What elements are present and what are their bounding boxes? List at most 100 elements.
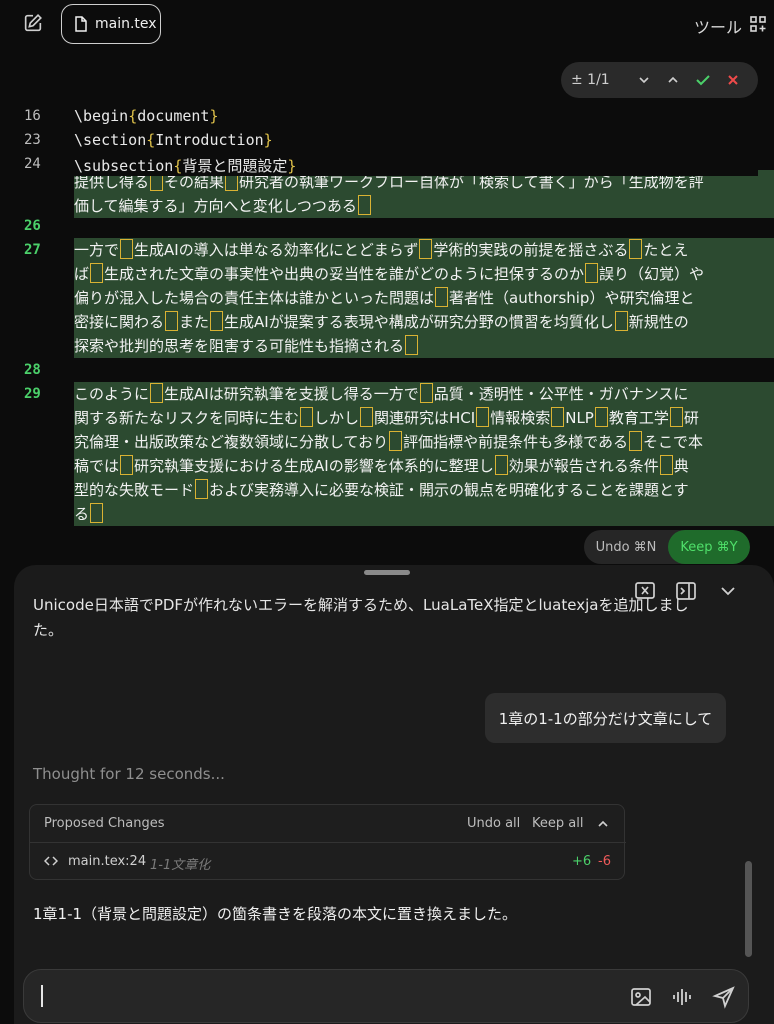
diff-text: 研 xyxy=(683,409,699,427)
search-match-marker xyxy=(551,407,565,427)
grid-icon[interactable] xyxy=(750,16,766,32)
diff-text: 生成AIが提案する表現や構成が研究分野の慣習を均質化し xyxy=(224,313,614,331)
file-tab-main-tex[interactable]: main.tex xyxy=(61,4,161,44)
keep-all-button[interactable]: Keep all xyxy=(532,816,583,831)
search-match-marker xyxy=(120,455,134,475)
thought-status[interactable]: Thought for 12 seconds... xyxy=(33,765,225,783)
accept-match-button[interactable] xyxy=(688,68,718,92)
undo-change-button[interactable]: Undo ⌘N xyxy=(584,530,668,564)
chevron-down-icon xyxy=(639,77,649,84)
voice-icon[interactable] xyxy=(670,985,694,1009)
search-match-marker xyxy=(669,407,683,427)
diff-line[interactable]: 究倫理・出版政策など複数領域に分散しており 評価指標や前提条件も多様である そこで本 xyxy=(74,430,774,454)
diff-text: 教育工学 xyxy=(608,409,669,427)
code-line[interactable]: \begin{document} xyxy=(74,107,219,125)
search-match-marker xyxy=(210,311,224,331)
send-icon[interactable] xyxy=(712,985,736,1009)
diff-text: る xyxy=(74,505,90,523)
search-match-marker xyxy=(476,407,490,427)
chevron-up-icon xyxy=(668,76,679,83)
diff-line[interactable]: 偏りが混入した場合の責任主体は誰かといった問題は 著者性（authorship）や… xyxy=(74,286,774,310)
diff-line[interactable]: このように 生成AIは研究執筆を支援し得る一方で 品質・透明性・公平性・ガバナンスに xyxy=(74,382,774,406)
check-icon xyxy=(696,75,711,86)
search-match-marker xyxy=(594,407,608,427)
reject-match-button[interactable] xyxy=(718,68,748,92)
lines-removed: -6 xyxy=(598,854,611,869)
diff-line[interactable]: 関する新たなリスクを同時に生む しかし 関連研究はHCI 情報検索 NLP 教育工学研 xyxy=(74,406,774,430)
diff-line[interactable]: る xyxy=(74,502,774,526)
diff-line[interactable]: 密接に関わる また 生成AIが提案する表現や構成が研究分野の慣習を均質化し 新規性の xyxy=(74,310,774,334)
search-match-marker xyxy=(360,407,374,427)
diff-text: 研究執筆支援における生成AIの影響を体系的に整理し xyxy=(134,457,494,475)
search-match-marker xyxy=(435,287,449,307)
latex-command: \begin xyxy=(74,107,129,125)
chevron-up-icon[interactable] xyxy=(596,817,610,831)
lines-added: +6 xyxy=(572,854,592,869)
file-tab-label: main.tex xyxy=(95,16,157,32)
diff-added-block: このように 生成AIは研究執筆を支援し得る一方で 品質・透明性・公平性・ガバナンスに… xyxy=(74,382,774,526)
undo-all-button[interactable]: Undo all xyxy=(467,816,520,831)
edit-icon[interactable] xyxy=(22,12,44,34)
code-line[interactable]: \subsection{背景と問題設定} xyxy=(74,155,296,176)
diff-line[interactable]: 価して編集する」方向へと変化しつつある xyxy=(74,194,774,218)
tools-label[interactable]: ツール xyxy=(694,14,742,38)
search-match-marker xyxy=(389,431,403,451)
diff-text: 生成AIの導入は単なる効率化にとどまらず xyxy=(134,241,419,259)
line-number: 24 xyxy=(24,156,41,172)
search-match-marker xyxy=(300,407,314,427)
drag-handle[interactable] xyxy=(364,570,410,575)
search-match-marker xyxy=(150,383,164,403)
changed-file-name: main.tex:24 xyxy=(68,854,147,869)
chat-scrollbar[interactable] xyxy=(745,861,752,957)
proposed-changes-card: Proposed Changes Undo all Keep all main.… xyxy=(29,804,626,881)
diff-line[interactable]: 稿では 研究執筆支援における生成AIの影響を体系的に整理し 効果が報告される条件典 xyxy=(74,454,774,478)
match-count: ± 1/1 xyxy=(571,72,610,88)
diff-added-block: 一方で 生成AIの導入は単なる効率化にとどまらず 学術的実践の前提を揺さぶる たとえば… xyxy=(74,238,774,358)
text-caret xyxy=(41,985,43,1007)
diff-text: 究倫理・出版政策など複数領域に分散しており xyxy=(74,433,389,451)
line-number: 23 xyxy=(24,132,41,148)
user-message-bubble: 1章の1-1の部分だけ文章にして xyxy=(485,693,726,743)
close-icon xyxy=(728,75,738,85)
line-number: 28 xyxy=(24,362,41,378)
search-match-marker xyxy=(90,503,104,523)
latex-argument: 背景と問題設定 xyxy=(182,157,288,175)
diff-text: 密接に関わる xyxy=(74,313,165,331)
changed-file-row[interactable]: main.tex:24 1-1文章化 +6 -6 xyxy=(30,843,626,881)
search-match-marker xyxy=(585,263,599,283)
message-line: た。 xyxy=(33,621,64,639)
diff-text: たとえ xyxy=(643,241,689,259)
diff-line[interactable]: ば生成された文章の事実性や出典の妥当性を誰がどのように担保するのか 誤り（幻覚）や xyxy=(74,262,774,286)
latex-command: \subsection xyxy=(74,157,174,175)
previous-match-button[interactable] xyxy=(659,68,689,92)
diff-text: 品質・透明性・公平性・ガバナンスに xyxy=(433,385,689,403)
diff-line[interactable]: 型的な失敗モード および実務導入に必要な検証・開示の観点を明確化することを課題とす xyxy=(74,478,774,502)
chat-input[interactable] xyxy=(23,969,749,1023)
latex-argument: document xyxy=(137,107,210,125)
diff-text: 型的な失敗モード xyxy=(74,481,195,499)
search-match-marker xyxy=(419,383,433,403)
keep-change-button[interactable]: Keep ⌘Y xyxy=(668,530,750,564)
diff-text: 探索や批判的思考を阻害する可能性も指摘される xyxy=(74,337,405,355)
diff-line[interactable]: 探索や批判的思考を阻害する可能性も指摘される xyxy=(74,334,774,358)
diff-text: ば xyxy=(74,265,90,283)
search-match-marker xyxy=(494,455,508,475)
diff-text: そこで本 xyxy=(642,433,703,451)
image-icon[interactable] xyxy=(629,985,653,1009)
line-number: 16 xyxy=(24,108,41,124)
search-match-marker xyxy=(628,431,642,451)
match-options-button[interactable] xyxy=(629,68,659,92)
diff-text: 生成された文章の事実性や出典の妥当性を誰がどのように担保するのか xyxy=(104,265,585,283)
search-match-marker xyxy=(195,479,209,499)
search-match-marker xyxy=(659,455,673,475)
diff-added-block: 提供し得る その結果 研究者の執筆ワークフロー自体が「検索して書く」から「生成物を評… xyxy=(74,170,774,218)
diff-text: 価して編集する」方向へと変化しつつある xyxy=(74,197,357,215)
code-icon xyxy=(44,856,58,866)
diff-text: 生成AIは研究執筆を支援し得る一方で xyxy=(164,385,419,403)
code-line[interactable]: \section{Introduction} xyxy=(74,131,273,149)
file-icon xyxy=(75,16,87,32)
search-match-marker xyxy=(90,263,104,283)
diff-text: NLP xyxy=(565,409,594,427)
proposed-changes-header: Proposed Changes Undo all Keep all xyxy=(30,805,626,843)
diff-line[interactable]: 一方で 生成AIの導入は単なる効率化にとどまらず 学術的実践の前提を揺さぶる たとえ xyxy=(74,238,774,262)
